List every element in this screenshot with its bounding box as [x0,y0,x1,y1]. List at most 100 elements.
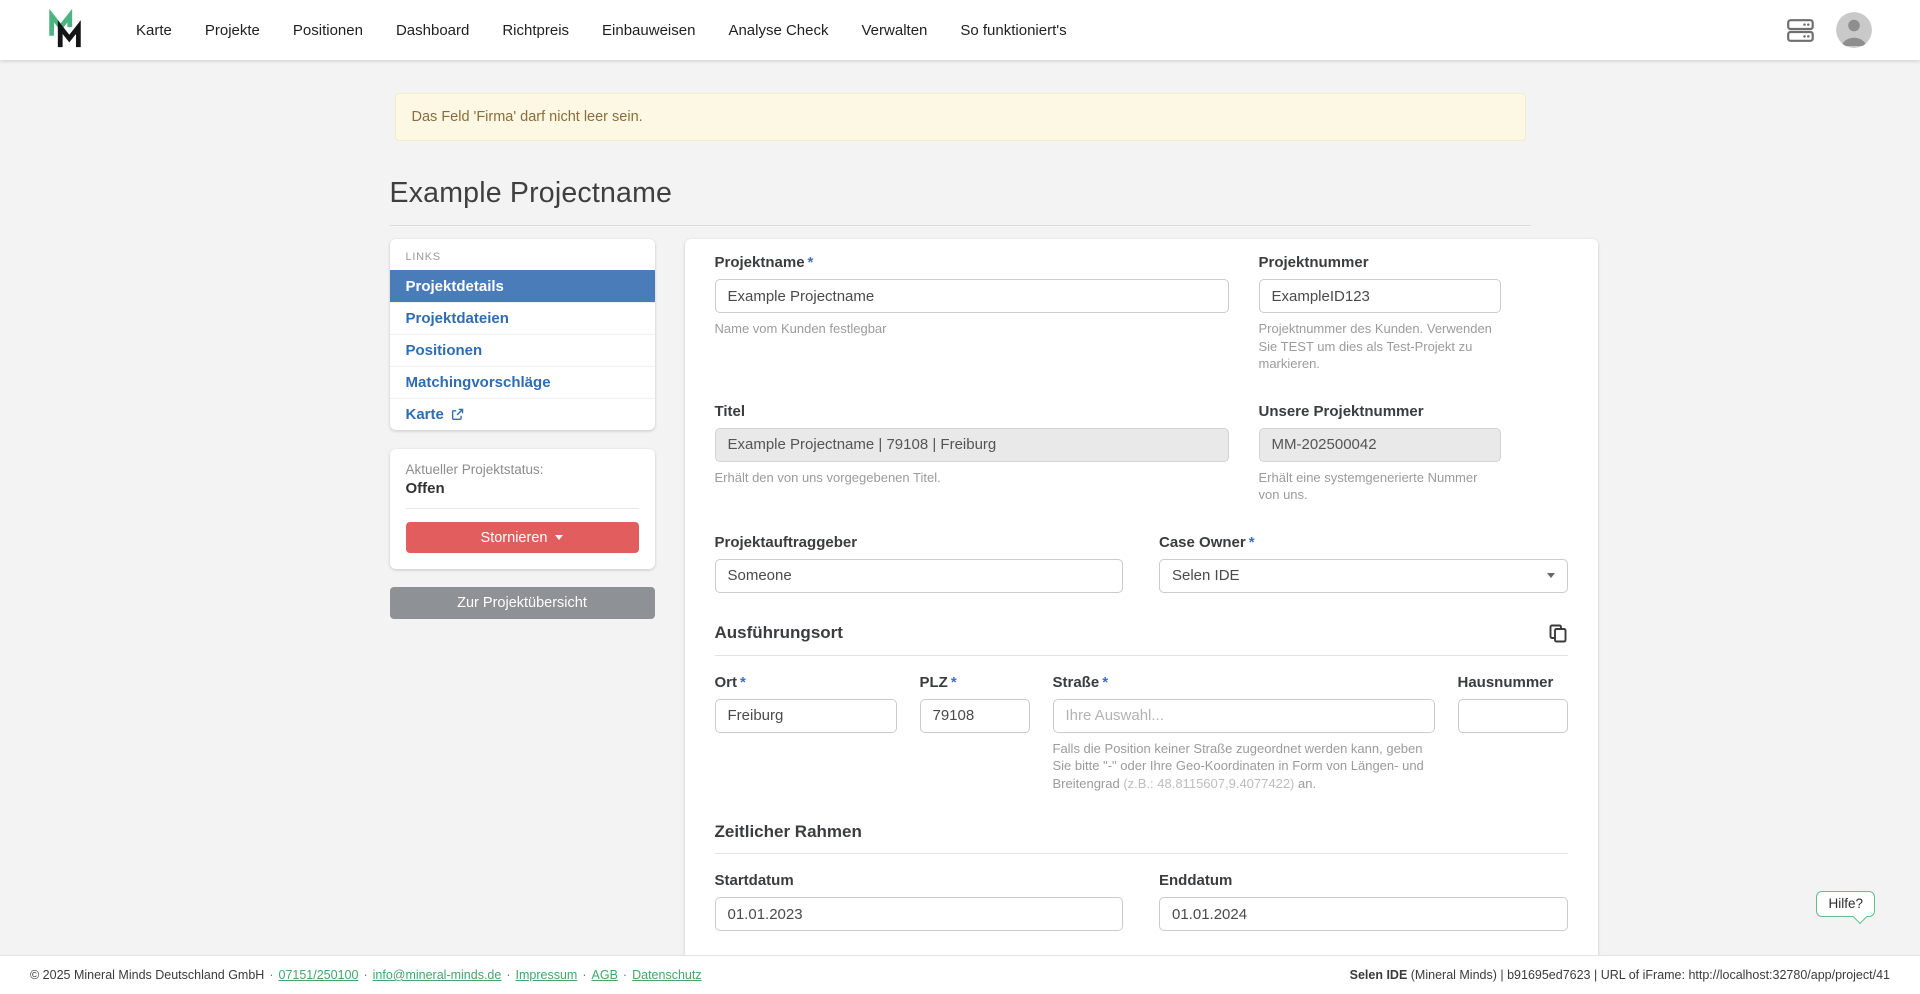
caret-down-icon [1547,573,1555,578]
enddatum-label: Enddatum [1159,872,1568,889]
separator-dot: · [623,968,627,982]
section-zeitlicher-rahmen-title: Zeitlicher Rahmen [715,822,862,842]
nav-item-positionen[interactable]: Positionen [293,22,363,39]
hausnummer-group: Hausnummer [1458,674,1568,793]
top-navbar: Karte Projekte Positionen Dashboard Rich… [0,0,1920,60]
startdatum-input[interactable] [715,897,1124,931]
separator-dot: · [269,968,273,982]
external-link-icon [451,408,464,421]
copy-icon[interactable] [1548,623,1568,644]
projektname-input[interactable] [715,279,1229,313]
zur-projektuebersicht-button[interactable]: Zur Projektübersicht [390,587,655,619]
required-asterisk: * [1102,674,1108,691]
sidebar-item-projektdetails[interactable]: Projektdetails [390,270,655,302]
hausnummer-label: Hausnummer [1458,674,1568,691]
footer-link-impressum[interactable]: Impressum [516,968,578,982]
nav-item-verwalten[interactable]: Verwalten [862,22,928,39]
projektauftraggeber-group: Projektauftraggeber [715,534,1124,593]
projektauftraggeber-label: Projektauftraggeber [715,534,1124,551]
unsere-projektnummer-group: Unsere Projektnummer Erhält eine systemg… [1259,403,1501,504]
section-zeitlicher-rahmen: Zeitlicher Rahmen [715,822,1568,854]
strasse-input[interactable] [1053,699,1435,733]
projektnummer-input[interactable] [1259,279,1501,313]
projektnummer-label: Projektnummer [1259,254,1501,271]
nav-item-einbauweisen[interactable]: Einbauweisen [602,22,695,39]
footer-session-details: (Mineral Minds) | b91695ed7623 | URL of … [1407,968,1890,982]
case-owner-label: Case Owner* [1159,534,1568,551]
titel-hint: Erhält den von uns vorgegebenen Titel. [715,469,1229,487]
left-sidebar: LINKS Projektdetails Projektdateien Posi… [390,239,655,619]
help-button[interactable]: Hilfe? [1816,891,1875,917]
help-button-label: Hilfe? [1828,896,1863,911]
plz-group: PLZ* [920,674,1030,793]
footer-link-email[interactable]: info@mineral-minds.de [373,968,502,982]
case-owner-select[interactable]: Selen IDE [1159,559,1568,593]
unsere-projektnummer-label: Unsere Projektnummer [1259,403,1501,420]
logo-mm-icon [44,9,86,51]
nav-item-so-funktionierts[interactable]: So funktioniert's [960,22,1066,39]
links-card: LINKS Projektdetails Projektdateien Posi… [390,239,655,430]
startdatum-group: Startdatum [715,872,1124,931]
required-asterisk: * [808,254,814,271]
projektname-label: Projektname* [715,254,1229,271]
required-asterisk: * [951,674,957,691]
sidebar-item-positionen[interactable]: Positionen [390,334,655,366]
section-ausfuehrungsort-title: Ausführungsort [715,623,843,643]
ort-group: Ort* [715,674,897,793]
hausnummer-input[interactable] [1458,699,1568,733]
navbar-right [1787,12,1872,48]
page-title: Example Projectname [390,177,1531,226]
projektname-hint: Name vom Kunden festlegbar [715,320,1229,338]
nav-item-projekte[interactable]: Projekte [205,22,260,39]
separator-dot: · [506,968,510,982]
projektname-group: Projektname* Name vom Kunden festlegbar [715,254,1229,373]
projektnummer-group: Projektnummer Projektnummer des Kunden. … [1259,254,1501,373]
projektauftraggeber-input[interactable] [715,559,1124,593]
separator-dot: · [582,968,586,982]
footer: © 2025 Mineral Minds Deutschland GmbH · … [0,955,1920,994]
footer-link-agb[interactable]: AGB [592,968,618,982]
nav-item-karte[interactable]: Karte [136,22,172,39]
case-owner-selected-value: Selen IDE [1172,567,1240,584]
enddatum-input[interactable] [1159,897,1568,931]
strasse-group: Straße* Falls die Position keiner Straße… [1053,674,1435,793]
mineral-minds-logo[interactable] [44,9,86,51]
footer-session-info: Selen IDE (Mineral Minds) | b91695ed7623… [1350,968,1890,982]
links-card-header: LINKS [390,239,655,270]
user-avatar-icon[interactable] [1836,12,1872,48]
case-owner-group: Case Owner* Selen IDE [1159,534,1568,593]
required-asterisk: * [740,674,746,691]
strasse-label: Straße* [1053,674,1435,691]
plz-input[interactable] [920,699,1030,733]
status-value: Offen [406,480,639,497]
stornieren-button[interactable]: Stornieren [406,522,639,553]
plz-label: PLZ* [920,674,1030,691]
sidebar-item-matchingvorschlaege[interactable]: Matchingvorschläge [390,366,655,398]
project-form-card: Projektname* Name vom Kunden festlegbar … [685,239,1598,955]
caret-down-icon [555,535,563,540]
stornieren-button-label: Stornieren [481,530,548,546]
titel-input [715,428,1229,462]
footer-link-phone[interactable]: 07151/250100 [279,968,359,982]
footer-user: Selen IDE [1350,968,1408,982]
footer-left: © 2025 Mineral Minds Deutschland GmbH · … [30,968,702,982]
startdatum-label: Startdatum [715,872,1124,889]
validation-alert: Das Feld 'Firma' darf nicht leer sein. [395,93,1526,141]
strasse-hint: Falls die Position keiner Straße zugeord… [1053,740,1435,793]
nav-item-analyse-check[interactable]: Analyse Check [728,22,828,39]
sidebar-item-projektdateien[interactable]: Projektdateien [390,302,655,334]
sidebar-item-karte[interactable]: Karte [390,398,655,430]
unsere-projektnummer-input [1259,428,1501,462]
status-card: Aktueller Projektstatus: Offen Storniere… [390,449,655,569]
nav-item-dashboard[interactable]: Dashboard [396,22,469,39]
projektnummer-hint: Projektnummer des Kunden. Verwenden Sie … [1259,320,1501,373]
separator-dot: · [363,968,367,982]
ort-input[interactable] [715,699,897,733]
section-ausfuehrungsort: Ausführungsort [715,623,1568,656]
nav-item-richtpreis[interactable]: Richtpreis [502,22,569,39]
footer-copyright: © 2025 Mineral Minds Deutschland GmbH [30,968,264,982]
divider [406,508,639,509]
server-icon[interactable] [1787,19,1814,42]
titel-label: Titel [715,403,1229,420]
footer-link-datenschutz[interactable]: Datenschutz [632,968,701,982]
